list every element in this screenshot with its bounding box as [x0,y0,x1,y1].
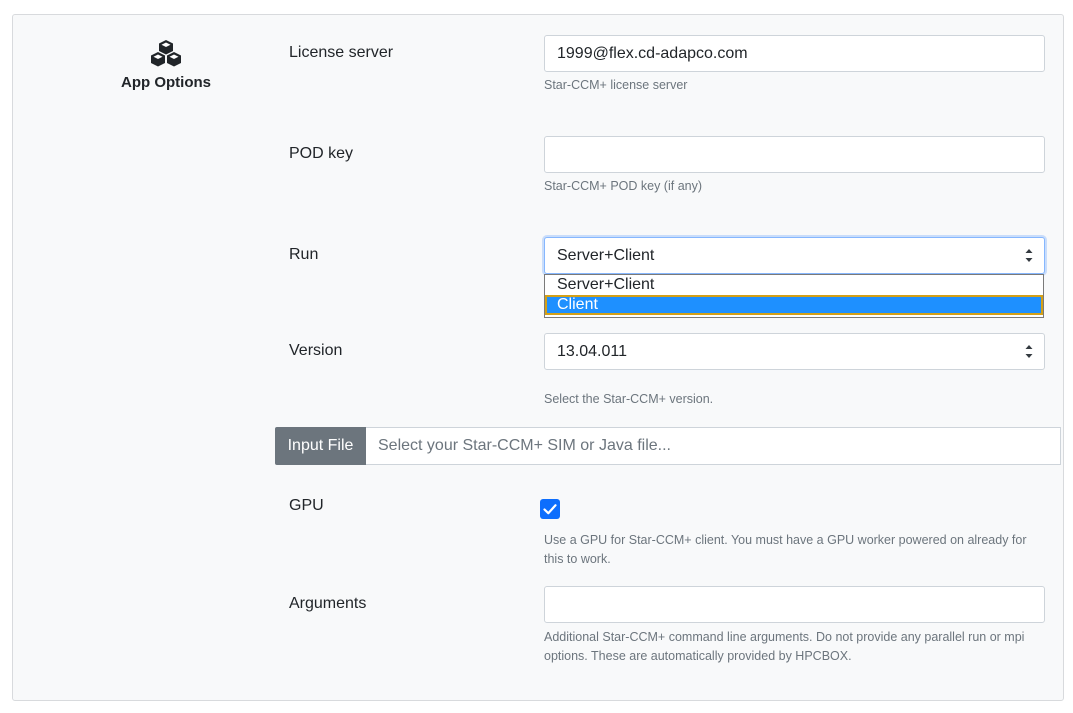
section-title: App Options [121,74,211,91]
gpu-label: GPU [289,497,324,514]
run-dropdown: Server+Client Client [544,274,1044,318]
version-select-value: 13.04.011 [557,343,627,360]
arguments-help: Additional Star-CCM+ command line argume… [544,630,1025,663]
run-select-value: Server+Client [557,247,655,264]
version-select[interactable]: 13.04.011 [544,333,1045,370]
cubes-icon [151,40,181,67]
pod-key-input[interactable] [544,136,1045,173]
input-file-group: Input File Select your Star-CCM+ SIM or … [275,427,1061,465]
run-label: Run [289,246,319,263]
app-options-panel: App Options License server 1999@flex.cd-… [12,14,1064,701]
license-server-input[interactable]: 1999@flex.cd-adapco.com [544,35,1045,72]
run-option-client[interactable]: Client [545,295,1043,315]
pod-key-label: POD key [289,145,354,162]
license-server-label: License server [289,44,394,61]
select-arrows-icon [1025,249,1033,262]
run-option-server-client[interactable]: Server+Client [545,275,1043,295]
arguments-input[interactable] [544,586,1045,623]
version-help: Select the Star-CCM+ version. [544,392,714,406]
run-select[interactable]: Server+Client [544,237,1045,274]
license-server-help: Star-CCM+ license server [544,78,688,92]
gpu-help: Use a GPU for Star-CCM+ client. You must… [544,533,1027,566]
version-label: Version [289,342,343,359]
check-icon [543,504,557,515]
arguments-label: Arguments [289,595,367,612]
app-options-header: App Options [111,39,221,91]
gpu-checkbox[interactable] [540,499,560,519]
input-file-button[interactable]: Input File [275,427,366,465]
pod-key-help: Star-CCM+ POD key (if any) [544,179,703,193]
select-arrows-icon [1025,345,1033,358]
input-file-field[interactable]: Select your Star-CCM+ SIM or Java file..… [366,427,1061,465]
